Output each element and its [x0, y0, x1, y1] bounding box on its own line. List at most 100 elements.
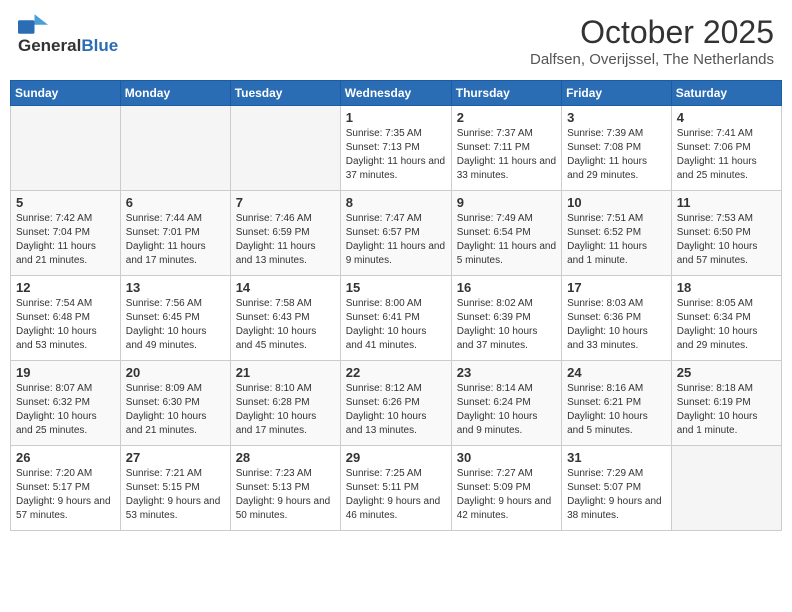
calendar-cell: 21 Sunrise: 8:10 AM Sunset: 6:28 PM Dayli… — [230, 361, 340, 446]
calendar-cell: 27Sunrise: 7:21 AM Sunset: 5:15 PM Dayli… — [120, 446, 230, 531]
logo-general: General — [18, 36, 81, 56]
calendar-cell: 14 Sunrise: 7:58 AM Sunset: 6:43 PM Dayli… — [230, 276, 340, 361]
cell-info: Sunrise: 7:42 AM Sunset: 7:04 PM Dayligh… — [16, 212, 115, 268]
calendar-cell: 29 Sunrise: 7:25 AM Sunset: 5:11 PM Dayli… — [340, 446, 451, 531]
cell-info: Sunrise: 8:07 AM Sunset: 6:32 PM Dayligh… — [16, 382, 115, 438]
calendar-cell: 26 Sunrise: 7:20 AM Sunset: 5:17 PM Dayli… — [11, 446, 121, 531]
day-number: 13 — [126, 280, 225, 295]
calendar-header-row: SundayMondayTuesdayWednesdayThursdayFrid… — [11, 81, 782, 106]
day-of-week-header: Thursday — [451, 81, 561, 106]
calendar-cell: 7 Sunrise: 7:46 AM Sunset: 6:59 PM Daylig… — [230, 191, 340, 276]
month-title: October 2025 — [530, 14, 774, 51]
calendar-cell: 1Sunrise: 7:35 AM Sunset: 7:13 PM Daylig… — [340, 106, 451, 191]
day-number: 7 — [236, 195, 335, 210]
day-number: 19 — [16, 365, 115, 380]
day-number: 15 — [346, 280, 446, 295]
day-number: 2 — [457, 110, 556, 125]
day-number: 31 — [567, 450, 666, 465]
calendar-cell: 28 Sunrise: 7:23 AM Sunset: 5:13 PM Dayli… — [230, 446, 340, 531]
calendar-table: SundayMondayTuesdayWednesdayThursdayFrid… — [10, 80, 782, 531]
cell-info: Sunrise: 8:00 AM Sunset: 6:41 PM Dayligh… — [346, 297, 446, 353]
location: Dalfsen, Overijssel, The Netherlands — [530, 51, 774, 68]
day-number: 9 — [457, 195, 556, 210]
calendar-cell: 2Sunrise: 7:37 AM Sunset: 7:11 PM Daylig… — [451, 106, 561, 191]
logo: General Blue — [18, 14, 118, 56]
cell-info: Sunrise: 7:51 AM Sunset: 6:52 PM Dayligh… — [567, 212, 666, 268]
cell-info: Sunrise: 8:12 AM Sunset: 6:26 PM Dayligh… — [346, 382, 446, 438]
cell-info: Sunrise: 8:18 AM Sunset: 6:19 PM Dayligh… — [677, 382, 776, 438]
calendar-cell: 16Sunrise: 8:02 AM Sunset: 6:39 PM Dayli… — [451, 276, 561, 361]
week-row: 19 Sunrise: 8:07 AM Sunset: 6:32 PM Dayli… — [11, 361, 782, 446]
day-number: 8 — [346, 195, 446, 210]
calendar-cell — [11, 106, 121, 191]
calendar-cell: 3 Sunrise: 7:39 AM Sunset: 7:08 PM Daylig… — [562, 106, 672, 191]
day-of-week-header: Wednesday — [340, 81, 451, 106]
cell-info: Sunrise: 7:20 AM Sunset: 5:17 PM Dayligh… — [16, 467, 115, 523]
title-area: October 2025 Dalfsen, Overijssel, The Ne… — [530, 14, 774, 68]
cell-info: Sunrise: 7:21 AM Sunset: 5:15 PM Dayligh… — [126, 467, 225, 523]
calendar-cell: 30 Sunrise: 7:27 AM Sunset: 5:09 PM Dayli… — [451, 446, 561, 531]
day-number: 25 — [677, 365, 776, 380]
day-number: 24 — [567, 365, 666, 380]
cell-info: Sunrise: 8:14 AM Sunset: 6:24 PM Dayligh… — [457, 382, 556, 438]
cell-info: Sunrise: 7:39 AM Sunset: 7:08 PM Dayligh… — [567, 127, 666, 183]
calendar-cell — [671, 446, 781, 531]
day-number: 18 — [677, 280, 776, 295]
day-number: 20 — [126, 365, 225, 380]
calendar-cell — [120, 106, 230, 191]
day-of-week-header: Friday — [562, 81, 672, 106]
day-number: 11 — [677, 195, 776, 210]
day-number: 30 — [457, 450, 556, 465]
calendar-cell: 18 Sunrise: 8:05 AM Sunset: 6:34 PM Dayli… — [671, 276, 781, 361]
day-number: 6 — [126, 195, 225, 210]
day-number: 1 — [346, 110, 446, 125]
day-number: 21 — [236, 365, 335, 380]
day-number: 14 — [236, 280, 335, 295]
cell-info: Sunrise: 7:27 AM Sunset: 5:09 PM Dayligh… — [457, 467, 556, 523]
day-number: 3 — [567, 110, 666, 125]
calendar-cell: 5 Sunrise: 7:42 AM Sunset: 7:04 PM Daylig… — [11, 191, 121, 276]
day-of-week-header: Monday — [120, 81, 230, 106]
calendar-cell: 15 Sunrise: 8:00 AM Sunset: 6:41 PM Dayli… — [340, 276, 451, 361]
calendar-cell: 20Sunrise: 8:09 AM Sunset: 6:30 PM Dayli… — [120, 361, 230, 446]
cell-info: Sunrise: 7:23 AM Sunset: 5:13 PM Dayligh… — [236, 467, 335, 523]
calendar-cell: 23 Sunrise: 8:14 AM Sunset: 6:24 PM Dayli… — [451, 361, 561, 446]
week-row: 12 Sunrise: 7:54 AM Sunset: 6:48 PM Dayli… — [11, 276, 782, 361]
calendar-cell: 24 Sunrise: 8:16 AM Sunset: 6:21 PM Dayli… — [562, 361, 672, 446]
cell-info: Sunrise: 7:54 AM Sunset: 6:48 PM Dayligh… — [16, 297, 115, 353]
day-number: 28 — [236, 450, 335, 465]
cell-info: Sunrise: 8:02 AM Sunset: 6:39 PM Dayligh… — [457, 297, 556, 353]
calendar-cell: 4Sunrise: 7:41 AM Sunset: 7:06 PM Daylig… — [671, 106, 781, 191]
calendar-cell: 13 Sunrise: 7:56 AM Sunset: 6:45 PM Dayli… — [120, 276, 230, 361]
calendar-cell: 9 Sunrise: 7:49 AM Sunset: 6:54 PM Daylig… — [451, 191, 561, 276]
cell-info: Sunrise: 7:56 AM Sunset: 6:45 PM Dayligh… — [126, 297, 225, 353]
week-row: 1Sunrise: 7:35 AM Sunset: 7:13 PM Daylig… — [11, 106, 782, 191]
cell-info: Sunrise: 8:05 AM Sunset: 6:34 PM Dayligh… — [677, 297, 776, 353]
cell-info: Sunrise: 7:53 AM Sunset: 6:50 PM Dayligh… — [677, 212, 776, 268]
day-number: 10 — [567, 195, 666, 210]
cell-info: Sunrise: 7:25 AM Sunset: 5:11 PM Dayligh… — [346, 467, 446, 523]
calendar-cell: 25 Sunrise: 8:18 AM Sunset: 6:19 PM Dayli… — [671, 361, 781, 446]
cell-info: Sunrise: 7:58 AM Sunset: 6:43 PM Dayligh… — [236, 297, 335, 353]
week-row: 26 Sunrise: 7:20 AM Sunset: 5:17 PM Dayli… — [11, 446, 782, 531]
day-number: 5 — [16, 195, 115, 210]
cell-info: Sunrise: 7:41 AM Sunset: 7:06 PM Dayligh… — [677, 127, 776, 183]
page-header: General Blue October 2025 Dalfsen, Overi… — [10, 10, 782, 72]
cell-info: Sunrise: 8:16 AM Sunset: 6:21 PM Dayligh… — [567, 382, 666, 438]
cell-info: Sunrise: 7:29 AM Sunset: 5:07 PM Dayligh… — [567, 467, 666, 523]
day-number: 17 — [567, 280, 666, 295]
day-number: 26 — [16, 450, 115, 465]
day-number: 23 — [457, 365, 556, 380]
calendar-cell: 17 Sunrise: 8:03 AM Sunset: 6:36 PM Dayli… — [562, 276, 672, 361]
cell-info: Sunrise: 8:03 AM Sunset: 6:36 PM Dayligh… — [567, 297, 666, 353]
cell-info: Sunrise: 7:49 AM Sunset: 6:54 PM Dayligh… — [457, 212, 556, 268]
day-number: 29 — [346, 450, 446, 465]
calendar-cell: 10 Sunrise: 7:51 AM Sunset: 6:52 PM Dayli… — [562, 191, 672, 276]
day-of-week-header: Saturday — [671, 81, 781, 106]
cell-info: Sunrise: 8:10 AM Sunset: 6:28 PM Dayligh… — [236, 382, 335, 438]
day-number: 12 — [16, 280, 115, 295]
calendar-cell: 8Sunrise: 7:47 AM Sunset: 6:57 PM Daylig… — [340, 191, 451, 276]
logo-icon — [18, 14, 48, 34]
calendar-cell — [230, 106, 340, 191]
cell-info: Sunrise: 7:46 AM Sunset: 6:59 PM Dayligh… — [236, 212, 335, 268]
